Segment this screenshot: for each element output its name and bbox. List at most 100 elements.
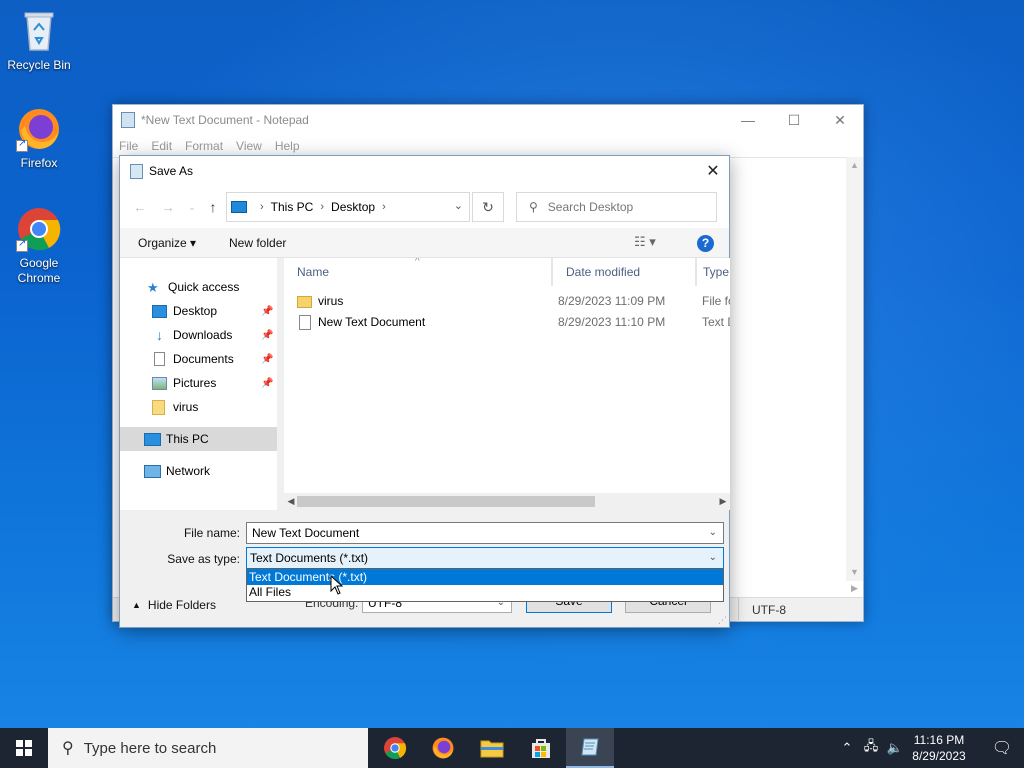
taskbar-chrome[interactable] <box>371 728 419 768</box>
breadcrumb-this-pc[interactable]: This PC <box>271 200 314 214</box>
nav-item-desktop[interactable]: Desktop 📌 <box>120 299 277 323</box>
file-name-label: File name: <box>183 526 240 540</box>
chrome-icon <box>384 737 407 760</box>
refresh-button[interactable]: ↻ <box>472 192 504 222</box>
this-pc-icon <box>231 201 247 213</box>
start-button[interactable] <box>0 728 48 768</box>
dialog-titlebar[interactable]: Save As ✕ <box>120 156 729 186</box>
nav-item-pictures[interactable]: Pictures 📌 <box>120 371 277 395</box>
taskbar-file-explorer[interactable] <box>468 728 516 768</box>
taskbar-search-box[interactable]: ⚲ Type here to search <box>48 728 368 768</box>
file-row-new-text-document[interactable]: New Text Document 8/29/2023 11:10 PM Tex… <box>284 312 730 333</box>
search-desktop-input[interactable]: ⚲ Search Desktop <box>516 192 717 222</box>
scroll-left-icon[interactable]: ◀ <box>284 493 298 510</box>
save-as-type-label: Save as type: <box>167 552 240 566</box>
column-header-date-modified[interactable]: Date modified <box>552 258 696 286</box>
dialog-toolbar: Organize ▾ New folder ☷ ▾ ? <box>120 228 729 258</box>
chevron-right-icon[interactable]: › <box>320 201 324 213</box>
menu-edit[interactable]: Edit <box>151 139 172 153</box>
clock-time: 11:16 PM <box>913 733 965 747</box>
scroll-down-icon[interactable]: ▼ <box>846 564 863 581</box>
scroll-right-icon[interactable]: ▶ <box>846 580 863 597</box>
up-arrow-icon[interactable]: ↑ <box>203 197 223 217</box>
file-row-virus[interactable]: virus 8/29/2023 11:09 PM File fo <box>284 291 730 312</box>
taskbar-firefox[interactable] <box>419 728 467 768</box>
chevron-down-icon[interactable]: ⌄ <box>709 548 717 568</box>
navigation-pane: ★ Quick access Desktop 📌 ↓ Downloads 📌 D… <box>120 258 277 510</box>
resize-grip-icon[interactable]: ⋰ <box>718 615 727 626</box>
column-header-type[interactable]: Type <box>696 258 730 286</box>
scrollbar-thumb[interactable] <box>297 496 595 507</box>
notepad-title: *New Text Document - Notepad <box>141 113 309 127</box>
desktop-icon-firefox[interactable]: Firefox <box>1 106 77 171</box>
breadcrumb-desktop[interactable]: Desktop <box>331 200 375 214</box>
file-explorer-icon <box>480 740 504 758</box>
file-list-horizontal-scrollbar[interactable]: ◀ ▶ <box>284 493 730 510</box>
dropdown-option-all-files[interactable]: All Files <box>247 585 723 600</box>
forward-arrow-icon[interactable]: → <box>158 197 178 217</box>
nav-item-quick-access[interactable]: ★ Quick access <box>120 275 277 299</box>
file-name-input[interactable]: New Text Document ⌄ <box>246 522 724 544</box>
menu-help[interactable]: Help <box>275 139 300 153</box>
desktop-icon-google-chrome[interactable]: Google Chrome <box>1 206 77 286</box>
dialog-close-button[interactable]: ✕ <box>697 156 729 186</box>
taskbar-microsoft-store[interactable] <box>517 728 565 768</box>
back-arrow-icon[interactable]: ← <box>130 197 150 217</box>
text-document-icon <box>299 315 311 330</box>
nav-item-downloads[interactable]: ↓ Downloads 📌 <box>120 323 277 347</box>
chevron-up-icon: ▲ <box>132 600 141 610</box>
minimize-button[interactable]: — <box>725 105 771 135</box>
folder-icon <box>152 399 165 415</box>
chevron-right-icon[interactable]: › <box>260 201 264 213</box>
notepad-menubar: File Edit Format View Help <box>113 135 863 157</box>
show-hidden-icons-chevron-icon[interactable]: ⌃ <box>838 728 856 768</box>
chevron-right-icon[interactable]: › <box>382 201 386 213</box>
network-icon <box>144 464 161 478</box>
close-button[interactable]: ✕ <box>817 105 863 135</box>
help-icon[interactable]: ? <box>697 235 714 252</box>
notepad-vertical-scrollbar[interactable]: ▲ ▼ <box>846 157 863 581</box>
star-icon: ★ <box>147 279 159 295</box>
network-icon[interactable]: 🖧 <box>860 728 882 768</box>
pin-icon: 📌 <box>261 305 274 317</box>
download-arrow-icon: ↓ <box>156 326 163 343</box>
recycle-bin-icon <box>16 8 62 54</box>
desktop-icon-label: Firefox <box>20 156 58 170</box>
taskbar-notepad[interactable] <box>566 728 614 768</box>
maximize-button[interactable]: ☐ <box>771 105 817 135</box>
menu-view[interactable]: View <box>236 139 262 153</box>
store-icon <box>532 739 550 758</box>
change-view-button[interactable]: ☷ ▾ <box>634 234 656 250</box>
desktop-icon-recycle-bin[interactable]: Recycle Bin <box>1 8 77 73</box>
dropdown-option-text-documents[interactable]: Text Documents (*.txt) <box>247 570 723 585</box>
shortcut-arrow-icon <box>16 238 28 252</box>
address-dropdown-icon[interactable]: ⌄ <box>454 199 463 212</box>
desktop-folder-icon <box>152 304 167 318</box>
scroll-right-icon[interactable]: ▶ <box>716 493 730 510</box>
system-clock[interactable]: 11:16 PM 8/29/2023 <box>906 732 972 764</box>
nav-item-network[interactable]: Network <box>120 459 277 483</box>
recent-locations-chevron-icon[interactable]: ⌄ <box>182 197 202 217</box>
new-folder-button[interactable]: New folder <box>229 236 286 250</box>
nav-item-virus[interactable]: virus <box>120 395 277 419</box>
notepad-icon <box>581 738 599 756</box>
save-as-type-select[interactable]: Text Documents (*.txt) ⌄ <box>246 547 724 569</box>
notification-icon[interactable]: 🗨 <box>980 728 1024 768</box>
dialog-navigation-bar: ← → ⌄ ↑ › This PC › Desktop › ⌄ ↻ ⚲ Sear… <box>120 186 729 228</box>
menu-file[interactable]: File <box>119 139 138 153</box>
firefox-icon <box>16 106 62 152</box>
notepad-icon <box>121 112 135 128</box>
chevron-down-icon[interactable]: ⌄ <box>709 523 717 543</box>
search-icon: ⚲ <box>62 740 74 757</box>
menu-format[interactable]: Format <box>185 139 223 153</box>
column-header-name[interactable]: Name <box>284 258 552 286</box>
nav-item-documents[interactable]: Documents 📌 <box>120 347 277 371</box>
save-as-dialog: Save As ✕ ← → ⌄ ↑ › This PC › Desktop › … <box>119 155 730 628</box>
organize-button[interactable]: Organize ▾ <box>138 236 196 250</box>
volume-icon[interactable]: 🔈 <box>884 728 906 768</box>
address-bar[interactable]: › This PC › Desktop › ⌄ <box>226 192 470 222</box>
hide-folders-button[interactable]: ▲ Hide Folders <box>132 598 216 612</box>
clock-date: 8/29/2023 <box>912 749 966 763</box>
nav-item-this-pc[interactable]: This PC <box>120 427 277 451</box>
scroll-up-icon[interactable]: ▲ <box>846 157 863 174</box>
